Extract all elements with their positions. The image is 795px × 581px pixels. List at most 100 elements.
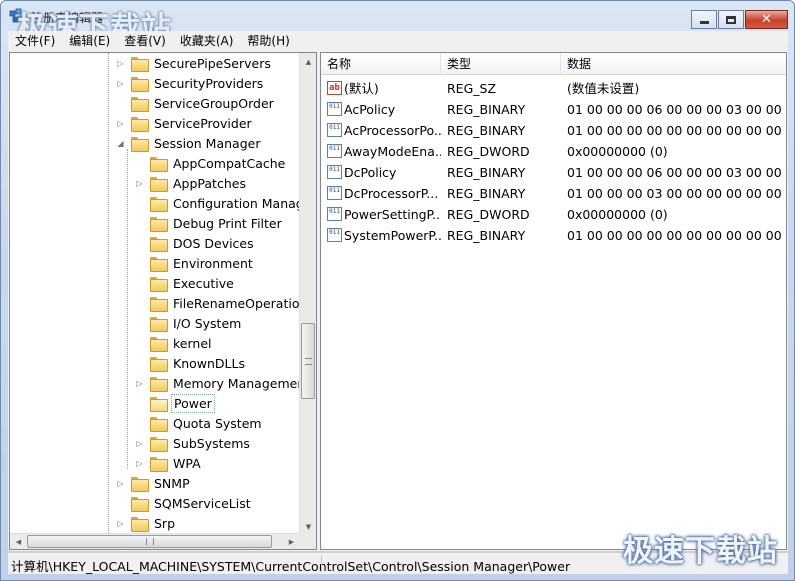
tree-item[interactable]: ▷ WPA [135, 453, 203, 473]
folder-icon [131, 516, 149, 532]
value-name: DcProcessorP... [344, 186, 439, 201]
tree-item-label: I/O System [173, 315, 242, 331]
tree-item[interactable]: KnownDLLs [135, 353, 247, 373]
folder-icon [150, 156, 168, 172]
expand-arrow-icon[interactable]: ▷ [116, 79, 125, 88]
tree-item[interactable]: Environment [135, 253, 255, 273]
expand-arrow-icon[interactable]: ▷ [116, 59, 125, 68]
tree-item-label: kernel [173, 335, 212, 351]
collapse-arrow-icon[interactable]: ◢ [116, 139, 125, 148]
value-row[interactable]: 011 AcPolicy REG_BINARY 01 00 00 00 06 00 0… [321, 99, 786, 120]
expand-arrow-icon [135, 419, 144, 428]
tree-item-label: AppCompatCache [173, 155, 286, 171]
tree-item-label: SQMServiceList [154, 495, 251, 511]
value-row[interactable]: 011 SystemPowerP... REG_BINARY 01 00 00 00 … [321, 225, 786, 246]
vertical-scroll-thumb[interactable] [301, 323, 315, 399]
client-area: ▷ SecurePipeServers ▷ SecurityProviders Serv… [8, 51, 788, 551]
tree-item[interactable]: SQMServiceList [116, 493, 253, 513]
folder-icon [150, 196, 168, 212]
tree-item[interactable]: ▷ SubSystems [135, 433, 252, 453]
tree-item[interactable]: DOS Devices [135, 233, 256, 253]
scroll-left-arrow-icon[interactable]: ◀ [10, 534, 27, 549]
tree-item[interactable]: ▷ SNMP [116, 473, 192, 493]
values-list-pane[interactable]: 名称 类型 数据 ab (默认) REG_SZ (数值未设置) 011 AcPolicy R… [320, 52, 787, 550]
tree-item[interactable]: Configuration Manage [135, 193, 300, 213]
value-name: AcProcessorPo... [344, 123, 441, 138]
tree-item[interactable]: ▷ SecurePipeServers [116, 53, 273, 73]
column-header-data[interactable]: 数据 [561, 53, 786, 75]
scroll-up-arrow-icon[interactable]: ▲ [300, 53, 316, 70]
column-header-type[interactable]: 类型 [441, 53, 561, 75]
expand-arrow-icon[interactable]: ▷ [135, 379, 144, 388]
value-row[interactable]: 011 AwayModeEna... REG_DWORD 0x00000000 (0) [321, 141, 786, 162]
close-button[interactable]: ✕ [745, 10, 788, 29]
expand-arrow-icon [116, 99, 125, 108]
scroll-right-arrow-icon[interactable]: ▶ [283, 534, 300, 549]
value-row[interactable]: 011 DcProcessorP... REG_BINARY 01 00 00 00 … [321, 183, 786, 204]
menu-view[interactable]: 查看(V) [117, 31, 173, 51]
status-divider [321, 555, 322, 572]
tree-item[interactable]: ▷ ServiceProvider [116, 113, 254, 133]
watermark-bottom: 极速下载站 [623, 534, 778, 569]
expand-arrow-icon[interactable]: ▷ [116, 119, 125, 128]
string-value-icon: ab [327, 81, 342, 95]
maximize-button[interactable] [718, 10, 744, 29]
value-row[interactable]: 011 PowerSettingP... REG_DWORD 0x00000000 (… [321, 204, 786, 225]
value-name: AwayModeEna... [344, 144, 441, 159]
menu-favorites[interactable]: 收藏夹(A) [173, 31, 241, 51]
folder-icon [150, 216, 168, 232]
tree-item-label: SecurePipeServers [154, 55, 271, 71]
tree-item[interactable]: Power [135, 393, 215, 413]
tree-item[interactable]: AppCompatCache [135, 153, 287, 173]
tree-horizontal-scrollbar[interactable]: ◀ ▶ [10, 533, 300, 549]
column-header-name[interactable]: 名称 [321, 53, 441, 75]
value-row[interactable]: 011 AcProcessorPo... REG_BINARY 01 00 00 00… [321, 120, 786, 141]
title-bar[interactable]: 注册表编辑器 极速下载站 ✕ [1, 1, 794, 46]
value-name: DcPolicy [344, 165, 397, 180]
expand-arrow-icon[interactable]: ▷ [116, 479, 125, 488]
tree-item-label: FileRenameOperations [173, 295, 300, 311]
tree-item[interactable]: kernel [135, 333, 214, 353]
expand-arrow-icon[interactable]: ▷ [116, 519, 125, 528]
value-row[interactable]: ab (默认) REG_SZ (数值未设置) [321, 78, 786, 99]
expand-arrow-icon[interactable]: ▷ [135, 439, 144, 448]
value-type: REG_DWORD [447, 144, 530, 159]
maximize-icon [726, 15, 736, 24]
menu-help[interactable]: 帮助(H) [240, 31, 296, 51]
value-type: REG_DWORD [447, 207, 530, 222]
folder-icon [131, 96, 149, 112]
minimize-button[interactable] [691, 10, 717, 29]
binary-value-icon: 011 [327, 186, 342, 200]
menu-file[interactable]: 文件(F) [8, 31, 62, 51]
binary-value-icon: 011 [327, 165, 342, 179]
tree-item-label: Debug Print Filter [173, 215, 282, 231]
expand-arrow-icon [135, 399, 144, 408]
tree-item[interactable]: ▷ Srp [116, 513, 177, 533]
tree-item[interactable]: Executive [135, 273, 236, 293]
expand-arrow-icon [135, 219, 144, 228]
tree-vertical-scrollbar[interactable]: ▲ ▼ [299, 53, 316, 535]
tree-item[interactable]: I/O System [135, 313, 243, 333]
caption-buttons: ✕ [691, 10, 788, 30]
tree-item[interactable]: ▷ SecurityProviders [116, 73, 265, 93]
tree-item-label: Srp [154, 515, 176, 531]
value-type: REG_BINARY [447, 228, 526, 243]
tree-item[interactable]: ▷ Memory Management [135, 373, 300, 393]
tree-item[interactable]: Debug Print Filter [135, 213, 284, 233]
expand-arrow-icon[interactable]: ▷ [135, 459, 144, 468]
value-data: 0x00000000 (0) [567, 207, 668, 222]
expand-arrow-icon [135, 239, 144, 248]
menu-edit[interactable]: 编辑(E) [62, 31, 117, 51]
binary-value-icon: 011 [327, 123, 342, 137]
horizontal-scroll-thumb[interactable] [27, 535, 272, 548]
key-tree-pane[interactable]: ▷ SecurePipeServers ▷ SecurityProviders Serv… [9, 52, 317, 550]
tree-item[interactable]: ▷ AppPatches [135, 173, 248, 193]
folder-icon [150, 176, 168, 192]
tree-item[interactable]: ServiceGroupOrder [116, 93, 276, 113]
expand-arrow-icon [135, 199, 144, 208]
tree-item[interactable]: ◢ Session Manager [116, 133, 262, 153]
expand-arrow-icon[interactable]: ▷ [135, 179, 144, 188]
tree-item[interactable]: Quota System [135, 413, 264, 433]
value-row[interactable]: 011 DcPolicy REG_BINARY 01 00 00 00 06 00 0… [321, 162, 786, 183]
tree-item[interactable]: FileRenameOperations [135, 293, 300, 313]
